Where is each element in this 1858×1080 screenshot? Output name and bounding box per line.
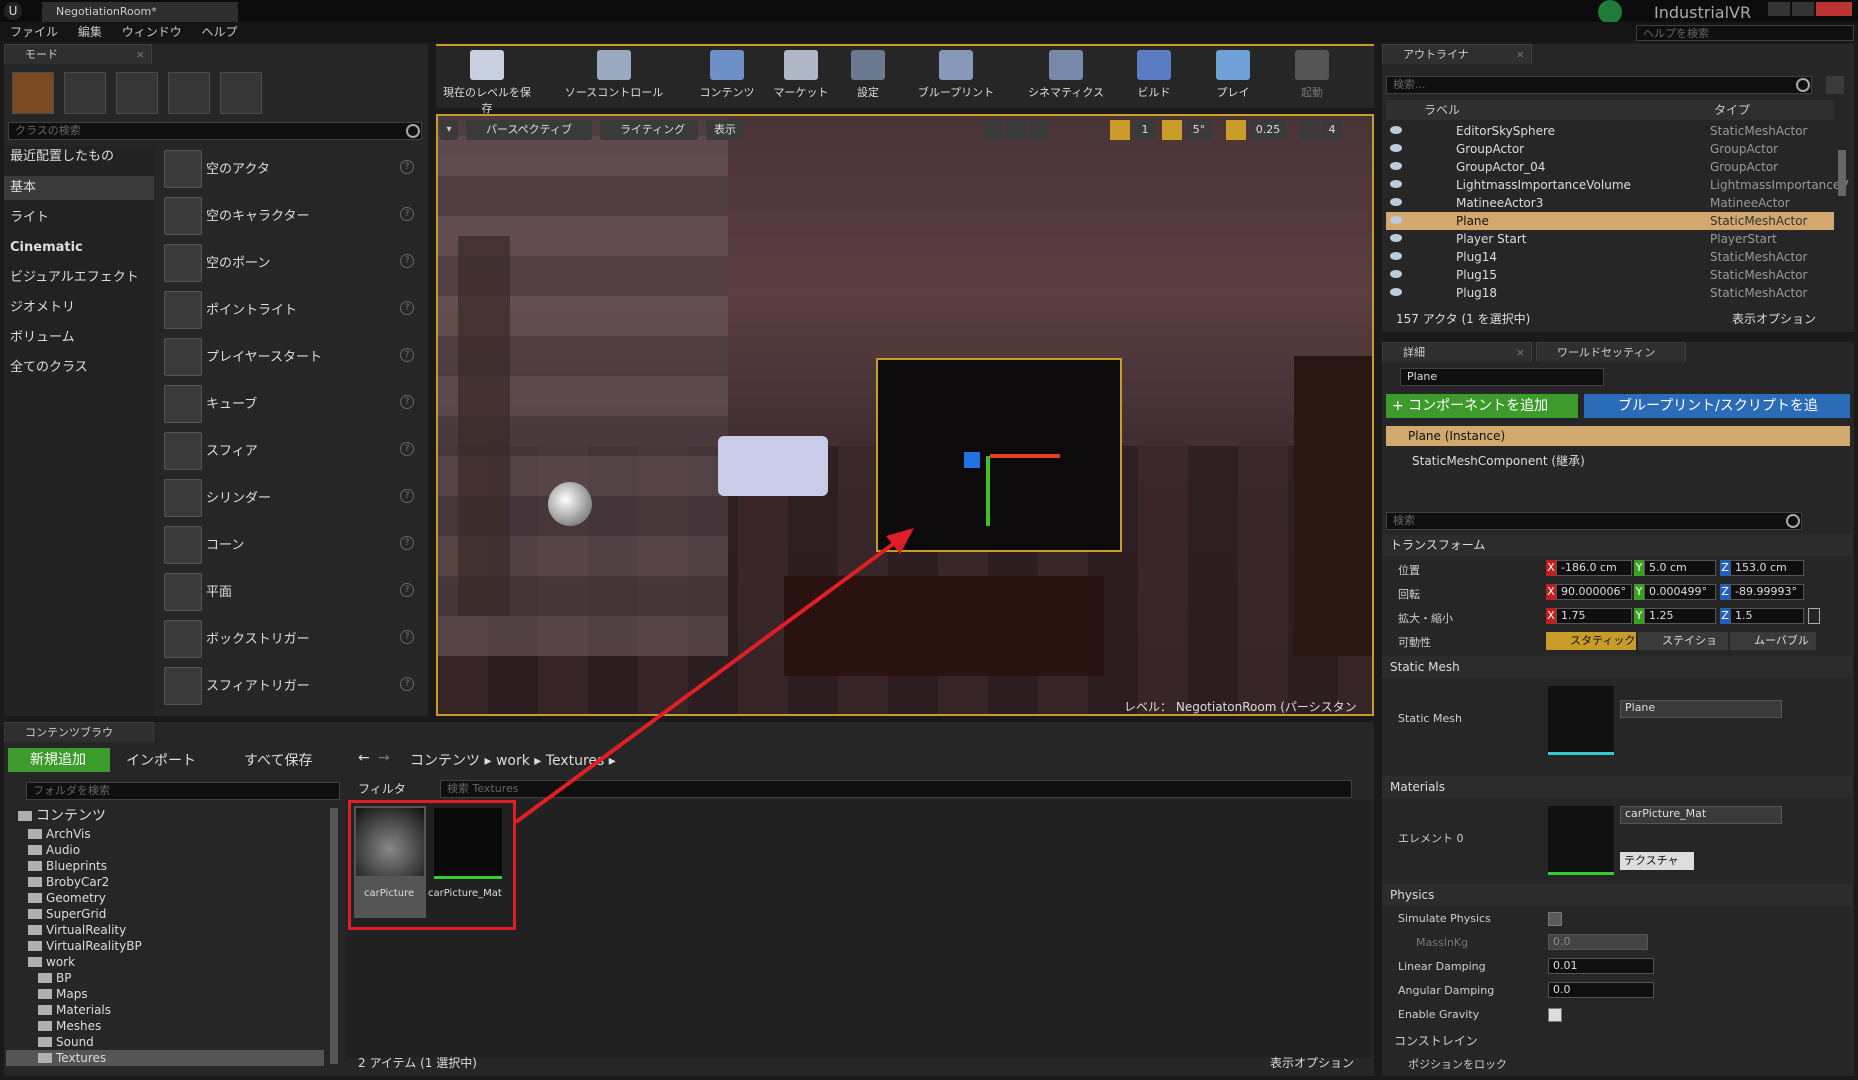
annotation-arrow [514,528,914,824]
